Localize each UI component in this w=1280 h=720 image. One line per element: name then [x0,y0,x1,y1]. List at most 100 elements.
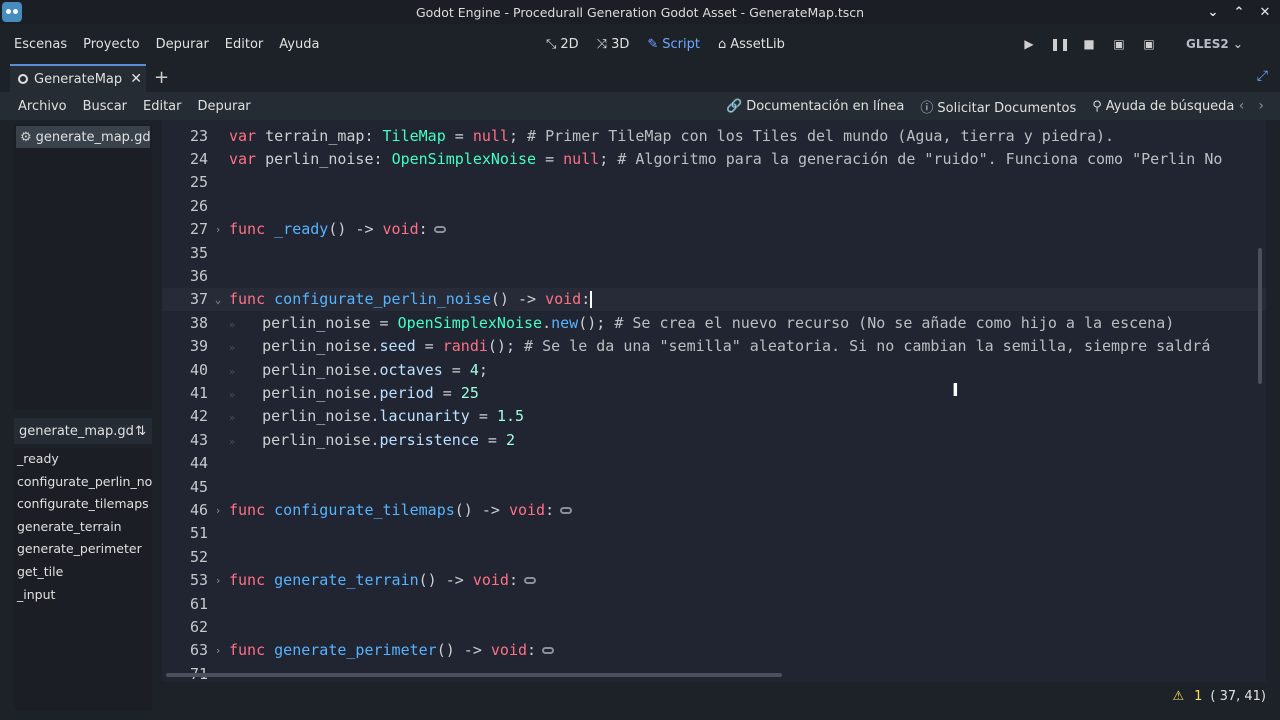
close-window-icon[interactable]: ✕ [1254,5,1276,20]
add-tab-icon[interactable]: + [154,67,169,88]
online-docs-button[interactable]: 🔗 Documentación en línea [726,99,904,114]
workspace-3d-button[interactable]: ⤨ 3D [591,37,636,52]
play-icon[interactable]: ▶ [1020,37,1038,51]
tab-indicator-icon: » [229,390,236,402]
method-item[interactable]: _input [14,584,152,607]
code-text: » perlin_noise.persistence = 2 [229,430,515,449]
2d-icon: ⤡ [546,36,557,52]
code-line[interactable]: 53 › func generate_terrain() -> void: [162,569,1266,592]
methods-header: generate_map.gd ⇅ [14,418,152,444]
pause-icon[interactable]: ❚❚ [1050,37,1070,51]
warning-count[interactable]: 1 [1194,689,1202,704]
script-menu: Archivo Buscar Editar Depurar [10,99,259,114]
search-help-button[interactable]: ⚲ Ayuda de búsqueda [1092,99,1234,114]
history-back-icon[interactable]: ‹ [1239,98,1245,114]
method-item[interactable]: get_tile [14,561,152,584]
tab-indicator-icon: » [229,366,236,378]
code-line[interactable]: 62 [162,615,1266,638]
workspace-2d-label: 2D [560,36,579,52]
history-forward-icon[interactable]: › [1258,98,1264,114]
tab-indicator-icon: » [229,413,236,425]
fold-arrow-icon[interactable]: › [208,223,228,236]
close-tab-icon[interactable]: ✕ [130,71,142,87]
menu-editor[interactable]: Editor [217,37,271,52]
code-line[interactable]: 45 [162,475,1266,498]
code-line[interactable]: 44 [162,452,1266,475]
warning-icon[interactable]: ⚠ [1172,689,1184,704]
line-number: 25 [189,173,208,192]
code-line[interactable]: 41 » perlin_noise.period = 25 [162,381,1266,404]
methods-script-name: generate_map.gd [19,423,134,439]
workspace-3d-label: 3D [611,36,630,52]
script-menu-editar[interactable]: Editar [135,99,190,114]
tab-label: GenerateMap [34,71,123,87]
fold-arrow-icon[interactable]: ⌄ [208,293,228,306]
stop-icon[interactable]: ■ [1080,37,1098,51]
horizontal-scrollbar[interactable] [166,673,782,677]
code-line[interactable]: 23 var terrain_map: TileMap = null; # Pri… [162,124,1266,147]
workspace-script-button[interactable]: ✎ Script [641,37,706,52]
play-custom-scene-icon[interactable]: ▣ [1140,37,1158,51]
title-bar: Godot Engine - Procedurall Generation Go… [0,0,1280,24]
code-line[interactable]: 51 [162,522,1266,545]
gear-icon: ⚙ [20,129,32,145]
method-item[interactable]: _ready [14,448,152,471]
script-menu-buscar[interactable]: Buscar [75,99,135,114]
script-menu-archivo[interactable]: Archivo [10,99,75,114]
vertical-scrollbar[interactable] [1258,248,1262,384]
code-text: func generate_terrain() -> void: [229,571,536,589]
code-line[interactable]: 43 » perlin_noise.persistence = 2 [162,428,1266,451]
script-list-item[interactable]: ⚙ generate_map.gd [16,126,151,148]
line-number: 61 [189,594,208,613]
method-item[interactable]: configurate_perlin_noise [14,471,152,494]
play-scene-icon[interactable]: ▣ [1110,37,1128,51]
help-search-icon: ⚲ [1092,98,1102,114]
script-menu-depurar[interactable]: Depurar [190,99,259,114]
docs-links: 🔗 Documentación en línea ⓘ Solicitar Docum… [726,97,1234,116]
workspace-assetlib-button[interactable]: ⌂ AssetLib [712,37,791,52]
code-line[interactable]: 38 » perlin_noise = OpenSimplexNoise.new(… [162,311,1266,334]
line-number: 52 [189,547,208,566]
code-line[interactable]: 36 [162,264,1266,287]
code-line[interactable]: 27 › func _ready() -> void: [162,218,1266,241]
script-name: generate_map.gd [35,129,151,145]
code-editor[interactable]: 23 var terrain_map: TileMap = null; # Pri… [162,120,1266,682]
code-line[interactable]: 25 [162,171,1266,194]
workspace-2d-button[interactable]: ⤡ 2D [540,37,585,52]
request-docs-button[interactable]: ⓘ Solicitar Documentos [920,97,1076,116]
cursor-position: ( 37, 41) [1210,688,1266,704]
scene-unsaved-icon [18,74,28,84]
sort-icon[interactable]: ⇅ [135,424,146,439]
code-line[interactable]: 46 › func configurate_tilemaps() -> void: [162,498,1266,521]
method-item[interactable]: configurate_tilemaps [14,493,152,516]
distraction-free-icon[interactable]: ⤢ [1257,68,1268,84]
menu-proyecto[interactable]: Proyecto [75,37,148,52]
menu-escenas[interactable]: Escenas [6,37,75,52]
code-line[interactable]: 61 [162,592,1266,615]
code-line[interactable]: 37 ⌄ func configurate_perlin_noise() -> vo… [162,287,1266,312]
code-text: func _ready() -> void: [229,220,446,238]
code-line[interactable]: 42 » perlin_noise.lacunarity = 1.5 [162,405,1266,428]
tab-generatemap[interactable]: GenerateMap ✕ [10,64,146,92]
fold-arrow-icon[interactable]: › [208,574,228,587]
history-nav: ‹ › [1239,98,1264,114]
method-item[interactable]: generate_perimeter [14,538,152,561]
code-line[interactable]: 35 [162,241,1266,264]
method-item[interactable]: generate_terrain [14,516,152,539]
fold-arrow-icon[interactable]: › [208,504,228,517]
menu-ayuda[interactable]: Ayuda [271,37,327,52]
line-number: 44 [189,454,208,473]
minimize-icon[interactable]: ⌄ [1202,5,1224,20]
renderer-select[interactable]: GLES2 ⌄ [1186,37,1243,51]
search-help-label: Ayuda de búsqueda [1105,98,1235,114]
menu-depurar[interactable]: Depurar [148,37,217,52]
code-line[interactable]: 63 › func generate_perimeter() -> void: [162,639,1266,662]
code-line[interactable]: 24 var perlin_noise: OpenSimplexNoise = n… [162,147,1266,170]
code-line[interactable]: 40 » perlin_noise.octaves = 4; [162,358,1266,381]
fold-arrow-icon[interactable]: › [208,644,228,657]
code-line[interactable]: 39 » perlin_noise.seed = randi(); # Se le… [162,335,1266,358]
maximize-icon[interactable]: ⌃ [1228,5,1250,20]
line-number: 43 [189,430,208,449]
code-line[interactable]: 52 [162,545,1266,568]
code-line[interactable]: 26 [162,194,1266,217]
